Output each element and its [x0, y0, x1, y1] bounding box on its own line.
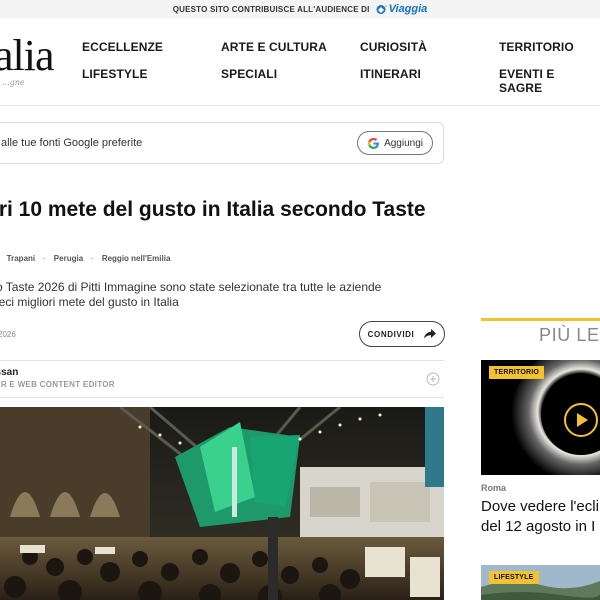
sidebar-card-2-image[interactable]: LIFESTYLE — [481, 565, 600, 600]
viaggia-logo-text: Viaggia — [388, 3, 428, 15]
nav-territorio[interactable]: TERRITORIO — [499, 40, 574, 54]
sidebar-card-title-line: del 12 agosto in I — [481, 518, 596, 535]
site-logo-tagline: ...gne — [2, 78, 25, 87]
audience-banner: QUESTO SITO CONTRIBUISCE ALL'AUDIENCE DI… — [0, 0, 600, 18]
site-logo[interactable]: alia — [0, 34, 55, 78]
nav-curiosita[interactable]: CURIOSITÀ — [360, 40, 427, 54]
sidebar-card-badge[interactable]: TERRITORIO — [489, 366, 545, 379]
article-title: ori 10 mete del gusto in Italia secondo … — [0, 198, 426, 221]
expand-plus-icon[interactable] — [426, 372, 440, 386]
sidebar-card-location: Roma — [481, 483, 507, 493]
add-google-source-button[interactable]: Aggiungi — [357, 131, 433, 155]
viaggia-logo-mark-icon — [376, 4, 387, 14]
nav-itinerari[interactable]: ITINERARI — [360, 67, 421, 81]
site-header: alia ...gne ECCELLENZE ARTE E CULTURA CU… — [0, 18, 600, 106]
author-name[interactable]: essan — [0, 367, 18, 378]
nav-arte-e-cultura[interactable]: ARTE E CULTURA — [221, 40, 327, 54]
author-box: essan TER E WEB CONTENT EDITOR — [0, 360, 444, 398]
google-sources-text: alle tue fonti Google preferite — [1, 137, 143, 149]
tag-reggio-emilia[interactable]: Reggio nell'Emilia — [102, 254, 171, 263]
tag-perugia[interactable]: Perugia — [54, 254, 83, 263]
audience-text: QUESTO SITO CONTRIBUISCE ALL'AUDIENCE DI — [172, 4, 370, 14]
sidebar-most-read-title: PIÙ LET — [539, 325, 600, 345]
article-main-photo — [0, 407, 444, 600]
nav-eccellenze[interactable]: ECCELLENZE — [82, 40, 163, 54]
article-lead-line: o Taste 2026 di Pitti Immagine sono stat… — [0, 280, 382, 294]
add-google-source-label: Aggiungi — [384, 137, 423, 149]
author-role: TER E WEB CONTENT EDITOR — [0, 380, 115, 389]
google-sources-bar: alle tue fonti Google preferite Aggiungi — [0, 122, 444, 164]
share-button[interactable]: CONDIVIDI — [359, 321, 445, 347]
nav-speciali[interactable]: SPECIALI — [221, 67, 277, 81]
article-tags: · Trapani · Perugia · Reggio nell'Emilia — [0, 254, 171, 263]
play-icon[interactable] — [563, 402, 599, 438]
tag-trapani[interactable]: Trapani — [7, 254, 35, 263]
sidebar-card-title-line: Dove vedere l'ecli — [481, 498, 599, 515]
share-label: CONDIVIDI — [367, 329, 415, 339]
article-date: 2026 — [0, 330, 16, 339]
tag-separator: · — [91, 254, 94, 263]
sidebar-accent-line — [481, 318, 600, 321]
article-lead: o Taste 2026 di Pitti Immagine sono stat… — [0, 280, 436, 310]
sidebar-card-title[interactable]: Dove vedere l'ecli del 12 agosto in I — [481, 497, 600, 537]
share-arrow-icon — [424, 329, 437, 339]
sidebar-card-2-badge[interactable]: LIFESTYLE — [489, 571, 539, 584]
nav-eventi-e-sagre[interactable]: EVENTI E SAGRE — [499, 67, 600, 95]
article-lead-line: ieci migliori mete del gusto in Italia — [0, 295, 179, 309]
nav-lifestyle[interactable]: LIFESTYLE — [82, 67, 148, 81]
sidebar-card-image[interactable]: TERRITORIO — [481, 360, 600, 475]
google-g-icon — [367, 137, 379, 149]
fair-hall-illustration — [0, 407, 444, 600]
tag-separator: · — [43, 254, 46, 263]
viaggia-logo[interactable]: Viaggia — [376, 3, 428, 15]
